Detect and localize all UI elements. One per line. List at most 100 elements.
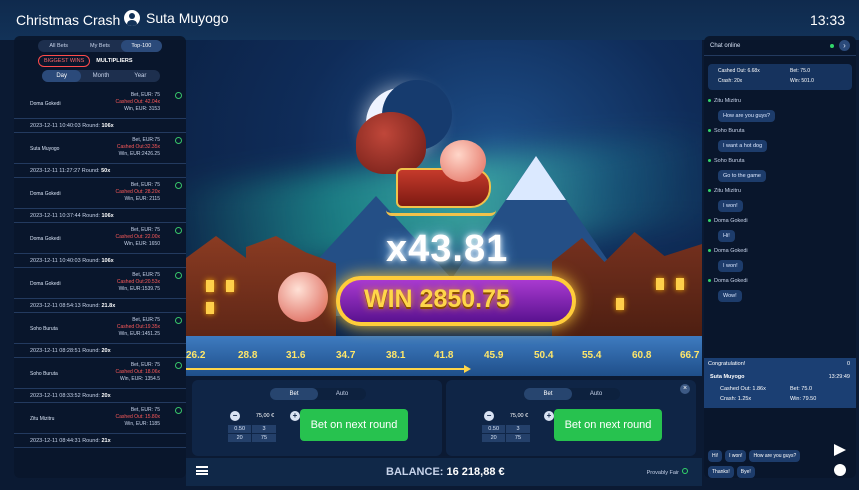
message-text: Hi!	[718, 230, 735, 242]
quick-reply[interactable]: Bye!	[736, 466, 755, 478]
user-profile[interactable]: Suta Muyogo	[124, 10, 229, 26]
list-item[interactable]: Doma Gokedi Bet, EUR:75 Cashed Out:20.53…	[14, 268, 186, 299]
emoji-icon[interactable]	[834, 464, 846, 476]
bet-button[interactable]: Bet on next round	[554, 409, 662, 441]
quick-reply[interactable]: Hi!	[708, 450, 723, 462]
list-item[interactable]: Suta Muyogo Bet, EUR:75 Cashed Out:32.35…	[14, 133, 186, 164]
round-date: 2023-12-11 10:40:03	[30, 123, 81, 129]
progress-line	[186, 368, 466, 370]
verify-icon[interactable]	[175, 272, 182, 279]
mountain-snowcap	[506, 156, 566, 200]
send-icon[interactable]	[834, 444, 846, 456]
tab-month[interactable]: Month	[81, 70, 120, 82]
amount-stepper: − 75,00 € +	[484, 411, 554, 421]
tab-my-bets[interactable]: My Bets	[79, 40, 120, 52]
provably-fair[interactable]: Provably Fair	[647, 468, 688, 476]
verify-icon[interactable]	[175, 137, 182, 144]
axis-tick: 34.7	[336, 350, 356, 361]
clock: 13:33	[809, 12, 845, 28]
verify-icon[interactable]	[175, 227, 182, 234]
verify-icon[interactable]	[175, 362, 182, 369]
filter-biggest-wins[interactable]: BIGGEST WINS	[38, 55, 91, 67]
app-title: Christmas Crash	[16, 12, 121, 28]
player-name: Doma Gokedi	[30, 281, 61, 287]
tab-year[interactable]: Year	[121, 70, 160, 82]
chip[interactable]: 0.50	[228, 425, 252, 433]
plus-icon[interactable]: +	[543, 411, 554, 421]
minus-icon[interactable]: −	[484, 411, 494, 421]
tab-all-bets[interactable]: All Bets	[38, 40, 79, 52]
round-date: 2023-12-11 10:40:03	[30, 258, 81, 264]
message-user: Doma Gokedi	[714, 218, 748, 224]
santa-character	[440, 140, 486, 182]
quick-reply[interactable]: Thanks!	[708, 466, 734, 478]
congrats-crash: Crash: 1.25x	[720, 396, 752, 402]
filter-row: BIGGEST WINS MULTIPLIERS	[38, 55, 162, 67]
verify-icon[interactable]	[175, 407, 182, 414]
tab-bet[interactable]: Bet	[524, 388, 572, 400]
message-user: Soho Buruta	[714, 128, 745, 134]
round-meta: 2023-12-11 10:40:03 Round: 106x	[14, 254, 186, 268]
status-dot	[708, 159, 711, 162]
bet-amount: Bet, EUR:75	[132, 317, 160, 323]
cashed-out: Cashed Out:20.53x	[116, 279, 160, 285]
menu-icon[interactable]	[196, 466, 208, 475]
chip[interactable]: 20	[482, 434, 506, 442]
tab-bet[interactable]: Bet	[270, 388, 318, 400]
bet-amount: Bet, EUR: 75	[130, 362, 160, 368]
tab-top-100[interactable]: Top-100	[120, 40, 162, 52]
list-item[interactable]: Doma Gokedi Bet, EUR: 75 Cashed Out: 22.…	[14, 223, 186, 254]
game-scene: x43.81 WIN 2850.75 26.2 28.8 31.6 34.7 3…	[186, 40, 702, 376]
tab-auto[interactable]: Auto	[572, 388, 620, 400]
amount-value[interactable]: 75,00 €	[256, 413, 274, 419]
cashed-out: Cashed Out: 15.80x	[115, 414, 160, 420]
verify-icon[interactable]	[175, 92, 182, 99]
congrats-user: Suta Muyogo	[710, 374, 745, 380]
list-item[interactable]: Soho Buruta Bet, EUR: 75 Cashed Out: 18.…	[14, 358, 186, 389]
verify-icon[interactable]	[175, 182, 182, 189]
round-date: 2023-12-11 11:27:27	[30, 168, 81, 174]
bet-button[interactable]: Bet on next round	[300, 409, 408, 441]
filter-multipliers[interactable]: MULTIPLIERS	[96, 58, 132, 64]
congrats-time: 13:29:49	[828, 374, 850, 380]
chip[interactable]: 0.50	[482, 425, 506, 433]
list-item[interactable]: Zitu Mizitru Bet, EUR: 75 Cashed Out: 15…	[14, 403, 186, 434]
bet-amount: Bet, EUR:75	[132, 137, 160, 143]
quick-reply[interactable]: How are you guys?	[749, 450, 801, 462]
chip[interactable]: 3	[252, 425, 276, 433]
round-label: Round:	[82, 438, 100, 444]
message-user: Zitu Mizitru	[714, 98, 741, 104]
status-dot	[708, 99, 711, 102]
amount-value[interactable]: 75,00 €	[510, 413, 528, 419]
verify-icon[interactable]	[175, 317, 182, 324]
quick-amounts: 0.50 3 20 75	[482, 425, 554, 442]
message-text: How are you guys?	[718, 110, 776, 122]
list-item[interactable]: Doma Gokedi Bet, EUR: 75 Cashed Out: 42.…	[14, 88, 186, 119]
message-user: Doma Gokedi	[714, 248, 748, 254]
list-item[interactable]: Soho Buruta Bet, EUR:75 Cashed Out:19.35…	[14, 313, 186, 344]
round-date: 2023-12-11 08:44:31	[30, 438, 81, 444]
chip[interactable]: 75	[506, 434, 530, 442]
house-window	[206, 302, 214, 314]
chip[interactable]: 20	[228, 434, 252, 442]
round-label: Round:	[82, 213, 100, 219]
list-item[interactable]: Doma Gokedi Bet, EUR: 75 Cashed Out: 28.…	[14, 178, 186, 209]
quick-reply[interactable]: I won!	[725, 450, 747, 462]
round-label: Round:	[82, 258, 100, 264]
cashed-out: Cashed Out: 22.00x	[115, 234, 160, 240]
close-icon[interactable]: ×	[680, 384, 690, 394]
card-win: Win: 501.0	[790, 78, 814, 84]
bet-mode-switch: Bet Auto	[270, 388, 366, 400]
like-count[interactable]: 0	[847, 361, 850, 367]
congrats-cashed: Cashed Out: 1.86x	[720, 386, 766, 392]
axis-tick: 38.1	[386, 350, 406, 361]
bet-amount: Bet, EUR: 75	[130, 92, 160, 98]
chevron-right-icon[interactable]: ›	[839, 40, 850, 51]
tab-auto[interactable]: Auto	[318, 388, 366, 400]
tab-day[interactable]: Day	[42, 70, 82, 82]
plus-icon[interactable]: +	[289, 411, 300, 421]
chip[interactable]: 75	[252, 434, 276, 442]
chip[interactable]: 3	[506, 425, 530, 433]
bet-amount: Bet, EUR:75	[132, 272, 160, 278]
minus-icon[interactable]: −	[230, 411, 240, 421]
